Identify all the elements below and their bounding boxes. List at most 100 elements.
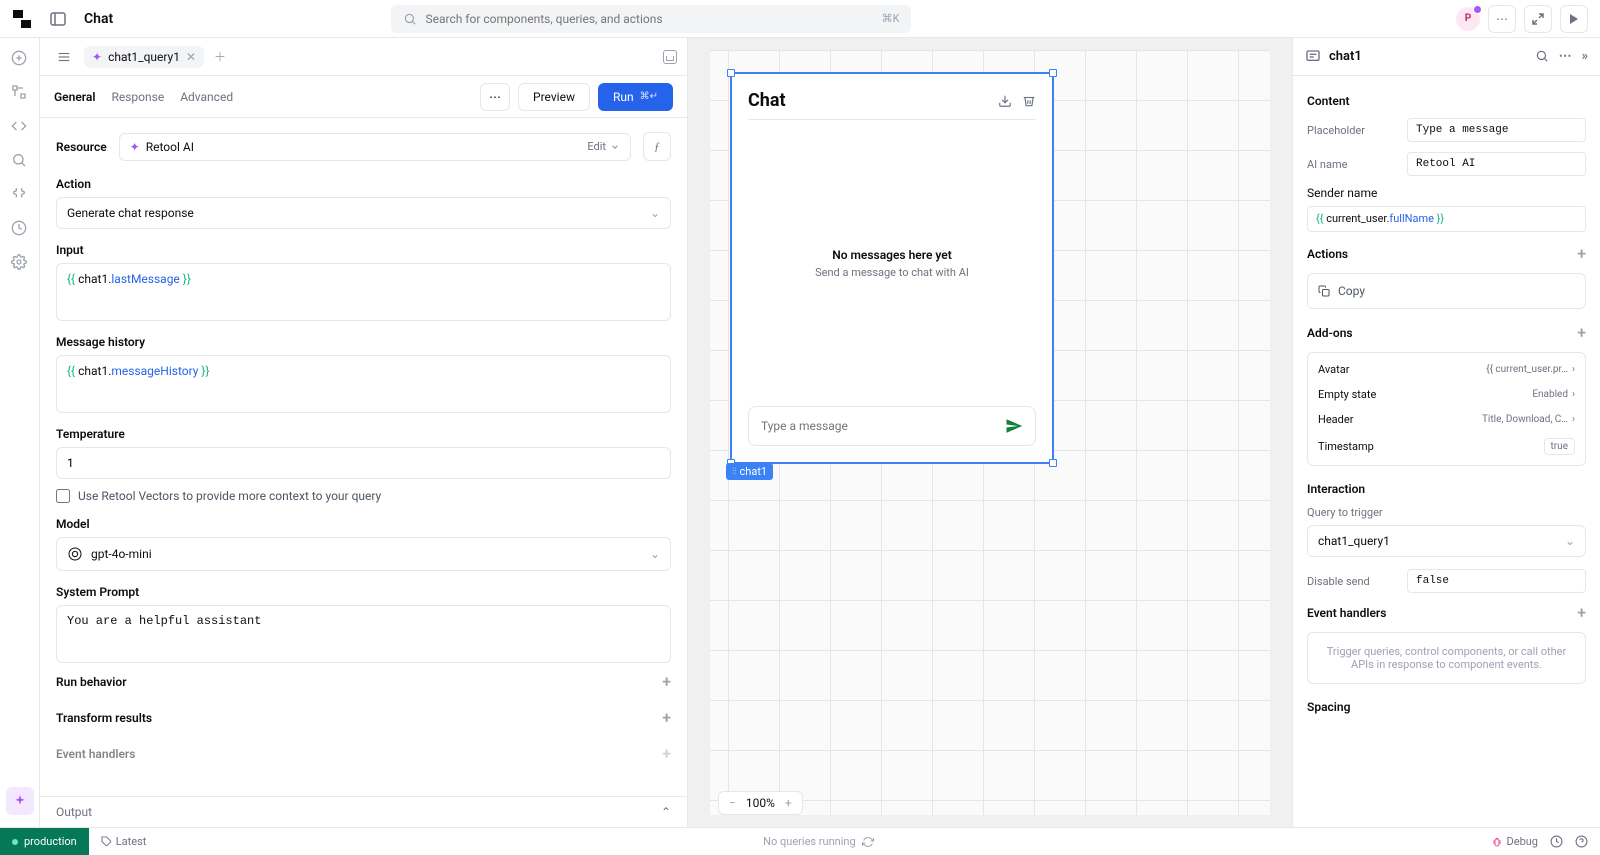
help-icon[interactable]	[1575, 835, 1588, 848]
more-menu-button[interactable]: ⋯	[1488, 5, 1516, 33]
settings-icon[interactable]	[11, 254, 29, 272]
code-icon[interactable]	[11, 118, 29, 136]
history-label: Message history	[56, 335, 671, 349]
environment-badge[interactable]: production	[0, 828, 89, 855]
search-kbd: ⌘K	[882, 12, 900, 25]
state-icon[interactable]	[11, 186, 29, 204]
addon-avatar[interactable]: Avatar{{ current_user.pr…›	[1318, 357, 1575, 382]
query-trigger-select[interactable]: chat1_query1⌄	[1307, 525, 1586, 557]
query-tab[interactable]: ✦ chat1_query1 ✕	[84, 46, 204, 68]
left-rail	[0, 38, 40, 827]
expand-button[interactable]	[1524, 5, 1552, 33]
global-search[interactable]: ⌘K	[391, 5, 911, 33]
collapse-panel-icon[interactable]	[663, 50, 677, 64]
retool-logo-icon[interactable]	[12, 9, 32, 29]
add-addon-button[interactable]: +	[1577, 323, 1586, 342]
placeholder-input[interactable]: Type a message	[1407, 118, 1586, 142]
event-handlers-section[interactable]: Event handlers+	[56, 735, 671, 771]
disable-send-label: Disable send	[1307, 575, 1397, 588]
more-button[interactable]: ⋯	[480, 83, 510, 111]
debug-button[interactable]: Debug	[1491, 835, 1538, 848]
tab-advanced[interactable]: Advanced	[180, 86, 233, 108]
chevron-down-icon: ⌄	[650, 547, 660, 561]
addon-timestamp[interactable]: Timestamptrue	[1318, 432, 1575, 461]
action-item[interactable]: Copy	[1307, 273, 1586, 309]
action-select[interactable]: Generate chat response ⌄	[56, 197, 671, 229]
version-tag[interactable]: Latest	[89, 835, 159, 848]
resize-handle[interactable]	[1049, 69, 1057, 77]
zoom-out-button[interactable]: −	[729, 796, 736, 810]
run-behavior-section[interactable]: Run behavior+	[56, 663, 671, 699]
history-textarea[interactable]: {{ chat1.messageHistory }}	[56, 355, 671, 413]
resize-handle[interactable]	[727, 69, 735, 77]
addon-header[interactable]: HeaderTitle, Download, C…›	[1318, 407, 1575, 432]
chat-input[interactable]	[761, 419, 1005, 433]
plus-icon: +	[662, 708, 671, 727]
sender-name-label: Sender name	[1307, 186, 1586, 200]
plus-icon: +	[662, 744, 671, 763]
vectors-checkbox-row[interactable]: Use Retool Vectors to provide more conte…	[56, 489, 671, 503]
sparkle-icon: ✦	[130, 140, 140, 154]
query-panel: ✦ chat1_query1 ✕ ＋ General Response Adva…	[40, 38, 688, 827]
play-button[interactable]	[1560, 5, 1588, 33]
add-handler-button[interactable]: +	[1577, 603, 1586, 622]
panel-toggle-icon[interactable]	[44, 5, 72, 33]
transform-results-section[interactable]: Transform results+	[56, 699, 671, 735]
search-icon[interactable]	[1535, 49, 1549, 64]
chat-input-wrap	[748, 406, 1036, 446]
query-form: Resource ✦ Retool AI Edit ƒ Action Gener…	[40, 118, 687, 796]
resize-handle[interactable]	[1049, 459, 1057, 467]
vectors-checkbox[interactable]	[56, 489, 70, 503]
refresh-icon[interactable]	[862, 836, 874, 848]
collapse-right-icon[interactable]: »	[1582, 49, 1588, 64]
queries-status: No queries running	[158, 835, 1478, 848]
sender-name-input[interactable]: {{ current_user.fullName }}	[1307, 206, 1586, 232]
content-section-title: Content	[1307, 94, 1586, 108]
search-input[interactable]	[425, 12, 873, 26]
menu-icon[interactable]	[50, 43, 78, 71]
zoom-in-button[interactable]: +	[785, 796, 792, 810]
addon-empty-state[interactable]: Empty stateEnabled›	[1318, 382, 1575, 407]
resource-select[interactable]: ✦ Retool AI Edit	[119, 133, 631, 161]
ai-sparkle-icon[interactable]	[6, 787, 34, 815]
disable-send-input[interactable]: false	[1407, 569, 1586, 593]
preview-button[interactable]: Preview	[518, 83, 590, 111]
zoom-control: − 100% +	[718, 791, 803, 815]
workflow-icon[interactable]	[11, 84, 29, 102]
chat-component[interactable]: Chat No messages here yet Send a message…	[730, 72, 1054, 464]
system-prompt-textarea[interactable]: You are a helpful assistant	[56, 605, 671, 663]
add-icon[interactable]	[11, 50, 29, 68]
ai-name-label: AI name	[1307, 158, 1397, 171]
fx-button[interactable]: ƒ	[643, 132, 671, 161]
history-footer-icon[interactable]	[1550, 835, 1563, 848]
user-avatar[interactable]: P	[1456, 7, 1480, 31]
search-rail-icon[interactable]	[11, 152, 29, 170]
trash-icon[interactable]	[1022, 94, 1036, 108]
send-icon[interactable]	[1005, 417, 1023, 435]
inspector-header: chat1 ⋯ »	[1293, 38, 1600, 76]
model-select[interactable]: gpt-4o-mini ⌄	[56, 537, 671, 571]
component-label[interactable]: ⫶⫶chat1	[726, 463, 773, 480]
run-button[interactable]: Run ⌘↵	[598, 83, 673, 111]
topbar: Chat ⌘K P ⋯	[0, 0, 1600, 38]
actions-section-title: Actions+	[1307, 244, 1586, 263]
add-tab-button[interactable]: ＋	[210, 44, 230, 69]
vectors-label: Use Retool Vectors to provide more conte…	[78, 489, 381, 503]
output-bar[interactable]: Output ⌃	[40, 796, 687, 827]
input-textarea[interactable]: {{ chat1.lastMessage }}	[56, 263, 671, 321]
tab-general[interactable]: General	[54, 86, 95, 108]
temperature-input[interactable]	[56, 447, 671, 479]
more-icon[interactable]: ⋯	[1559, 49, 1572, 64]
addons-list: Avatar{{ current_user.pr…› Empty stateEn…	[1307, 352, 1586, 466]
zoom-value: 100%	[746, 796, 775, 810]
history-icon[interactable]	[11, 220, 29, 238]
close-tab-icon[interactable]: ✕	[186, 50, 196, 64]
ai-name-input[interactable]: Retool AI	[1407, 152, 1586, 176]
temperature-label: Temperature	[56, 427, 671, 441]
status-dot-icon	[12, 839, 18, 845]
tab-response[interactable]: Response	[111, 86, 164, 108]
add-action-button[interactable]: +	[1577, 244, 1586, 263]
query-subtabs: General Response Advanced ⋯ Preview Run …	[40, 76, 687, 118]
edit-resource-link[interactable]: Edit	[587, 140, 620, 153]
download-icon[interactable]	[998, 94, 1012, 108]
